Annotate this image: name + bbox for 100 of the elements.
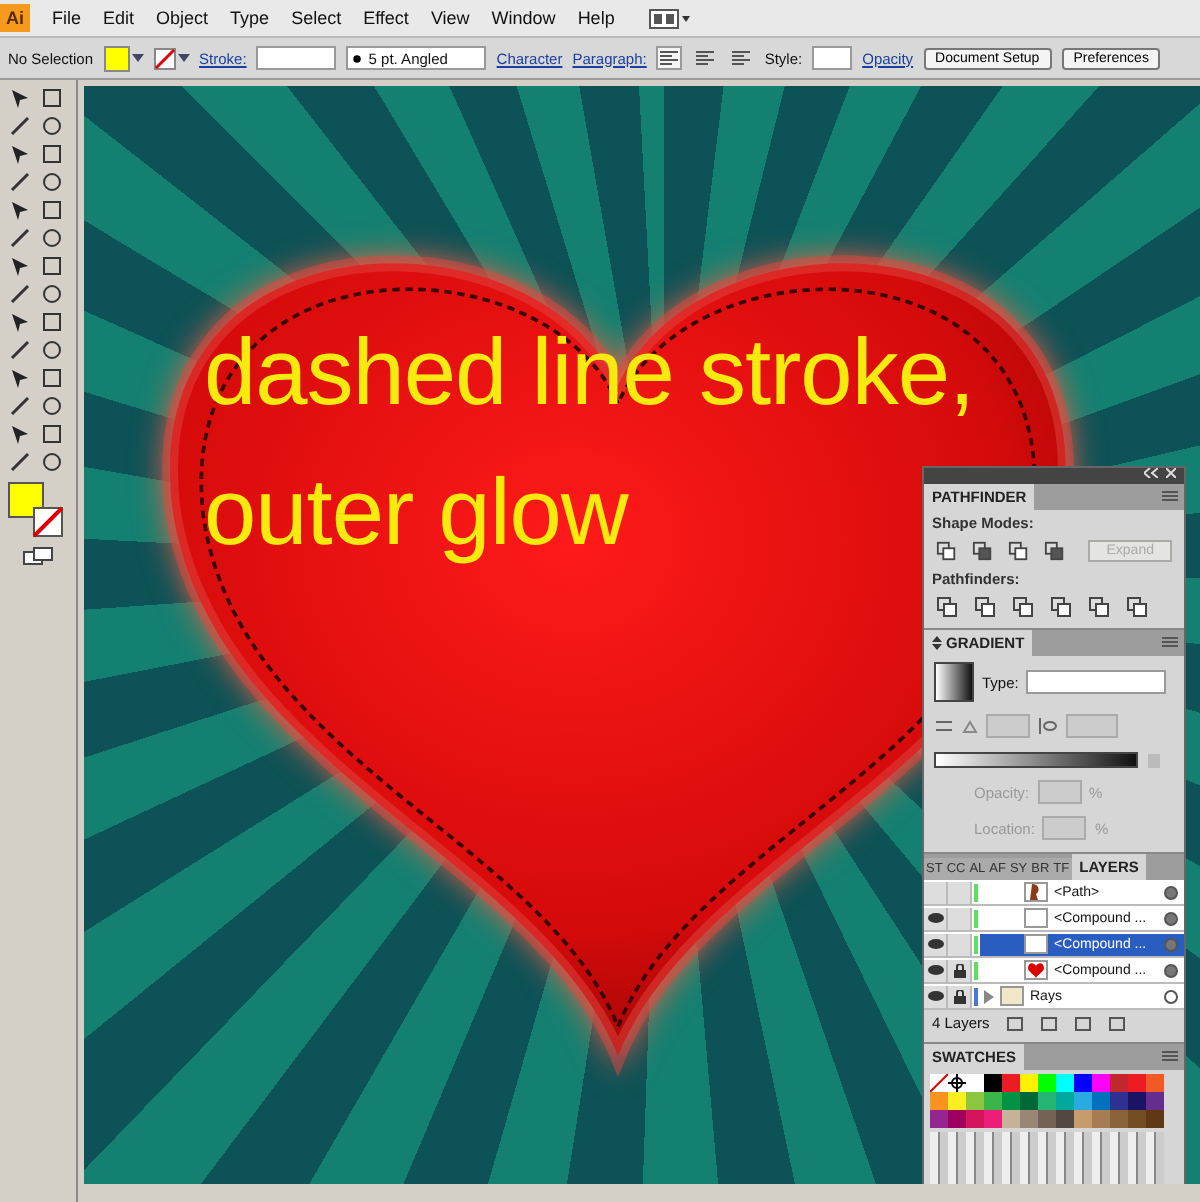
color-swatch[interactable] — [966, 1092, 984, 1110]
selection-arrow-icon[interactable] — [8, 86, 32, 110]
color-swatch[interactable] — [1020, 1110, 1038, 1128]
visibility-toggle[interactable] — [924, 881, 948, 903]
visibility-toggle[interactable] — [924, 933, 948, 955]
align-button[interactable] — [692, 46, 719, 70]
none-swatch[interactable] — [930, 1074, 948, 1092]
align-button[interactable] — [728, 46, 755, 70]
color-swatch[interactable] — [1092, 1074, 1110, 1092]
lock-toggle[interactable] — [948, 907, 972, 929]
color-swatch[interactable] — [1092, 1110, 1110, 1128]
type-dropdown[interactable] — [1026, 670, 1167, 694]
lock-toggle[interactable] — [948, 881, 972, 903]
opacity-field[interactable] — [1037, 780, 1082, 804]
stroke-color-dropdown[interactable] — [153, 47, 190, 69]
shape-mode-icon[interactable] — [936, 540, 957, 562]
pathfinder-icon[interactable] — [936, 596, 958, 618]
target-circle-icon[interactable] — [1164, 911, 1178, 925]
menu-item[interactable]: File — [52, 8, 82, 28]
color-swatch[interactable] — [1074, 1110, 1092, 1128]
app-logo[interactable]: Ai — [0, 4, 30, 32]
menu-item[interactable]: View — [430, 8, 470, 28]
menu-item[interactable]: Select — [291, 8, 342, 28]
menu-item[interactable]: Edit — [103, 8, 135, 28]
stroke-weight-field[interactable] — [256, 46, 337, 70]
color-swatch[interactable] — [1020, 1092, 1038, 1110]
color-swatch[interactable] — [1056, 1092, 1074, 1110]
fill-color-swatch[interactable] — [8, 482, 44, 518]
screen-mode-icon[interactable] — [22, 546, 54, 566]
color-swatch[interactable] — [1038, 1074, 1056, 1092]
lock-toggle[interactable] — [948, 933, 972, 955]
color-swatch[interactable] — [984, 1092, 1002, 1110]
color-swatch[interactable] — [930, 1110, 948, 1128]
color-swatch[interactable] — [1110, 1074, 1128, 1092]
visibility-toggle[interactable] — [924, 959, 948, 981]
color-swatch[interactable] — [948, 1092, 966, 1110]
panel-menu-icon[interactable] — [1162, 1050, 1178, 1062]
workspace-layout-icon[interactable] — [648, 7, 693, 29]
color-swatch[interactable] — [1146, 1110, 1164, 1128]
aspect-ratio-field[interactable] — [1066, 714, 1118, 738]
color-swatch[interactable] — [984, 1110, 1002, 1128]
panel-menu-icon[interactable] — [1162, 490, 1178, 502]
pathfinder-icon[interactable] — [1126, 596, 1148, 618]
color-swatch[interactable] — [1038, 1110, 1056, 1128]
lock-toggle[interactable] — [948, 985, 972, 1007]
color-swatch[interactable] — [1146, 1092, 1164, 1110]
color-swatch[interactable] — [1128, 1092, 1146, 1110]
color-swatch[interactable] — [984, 1074, 1002, 1092]
registration-swatch[interactable] — [948, 1074, 966, 1092]
menu-item[interactable]: Help — [577, 8, 615, 28]
color-swatch[interactable] — [1074, 1092, 1092, 1110]
color-swatch[interactable] — [966, 1110, 984, 1128]
target-circle-icon[interactable] — [1164, 885, 1178, 899]
color-swatch[interactable] — [1128, 1110, 1146, 1128]
menu-item[interactable]: Type — [230, 8, 270, 28]
color-swatch[interactable] — [1002, 1074, 1020, 1092]
color-swatch[interactable] — [1002, 1092, 1020, 1110]
color-swatch[interactable] — [1074, 1074, 1092, 1092]
align-button[interactable] — [656, 46, 683, 70]
fill-color-dropdown[interactable] — [103, 45, 144, 71]
angle-field[interactable] — [986, 714, 1030, 738]
dropdown-arrow-icon — [131, 54, 144, 62]
location-field[interactable] — [1042, 816, 1087, 840]
lock-toggle[interactable] — [948, 959, 972, 981]
color-swatch[interactable] — [1002, 1110, 1020, 1128]
visibility-toggle[interactable] — [924, 985, 948, 1007]
panel-menu-icon[interactable] — [1162, 636, 1178, 648]
menu-item[interactable]: Object — [156, 8, 209, 28]
color-swatch[interactable] — [1092, 1092, 1110, 1110]
pathfinder-icon[interactable] — [1088, 596, 1110, 618]
target-circle-icon[interactable] — [1164, 989, 1178, 1003]
reverse-gradient-icon[interactable] — [934, 716, 954, 736]
target-circle-icon[interactable] — [1164, 963, 1178, 977]
pathfinder-icon[interactable] — [1012, 596, 1034, 618]
close-icon[interactable] — [1166, 468, 1176, 478]
shape-mode-icon[interactable] — [1044, 540, 1065, 562]
color-swatch[interactable] — [966, 1074, 984, 1092]
shape-mode-icon[interactable] — [972, 540, 993, 562]
color-swatch[interactable] — [1128, 1074, 1146, 1092]
color-swatch[interactable] — [948, 1110, 966, 1128]
style-dropdown[interactable] — [812, 46, 853, 70]
color-swatch[interactable] — [930, 1092, 948, 1110]
stroke-none-icon[interactable] — [32, 506, 64, 538]
color-swatch[interactable] — [1110, 1110, 1128, 1128]
color-swatch[interactable] — [1038, 1092, 1056, 1110]
color-swatch[interactable] — [1146, 1074, 1164, 1092]
shape-mode-icon[interactable] — [1008, 540, 1029, 562]
pathfinder-icon[interactable] — [1050, 596, 1072, 618]
color-swatch[interactable] — [1110, 1092, 1128, 1110]
gradient-preview[interactable] — [934, 662, 974, 702]
menu-item[interactable]: Window — [491, 8, 556, 28]
pathfinder-icon[interactable] — [974, 596, 996, 618]
line-tool-icon[interactable] — [8, 170, 32, 194]
visibility-toggle[interactable] — [924, 907, 948, 929]
menu-item[interactable]: Effect — [363, 8, 409, 28]
expand-triangle-icon[interactable] — [984, 989, 994, 1003]
color-swatch[interactable] — [1020, 1074, 1038, 1092]
color-swatch[interactable] — [1056, 1074, 1074, 1092]
color-swatch[interactable] — [1056, 1110, 1074, 1128]
double-arrow-icon[interactable] — [1144, 468, 1158, 478]
